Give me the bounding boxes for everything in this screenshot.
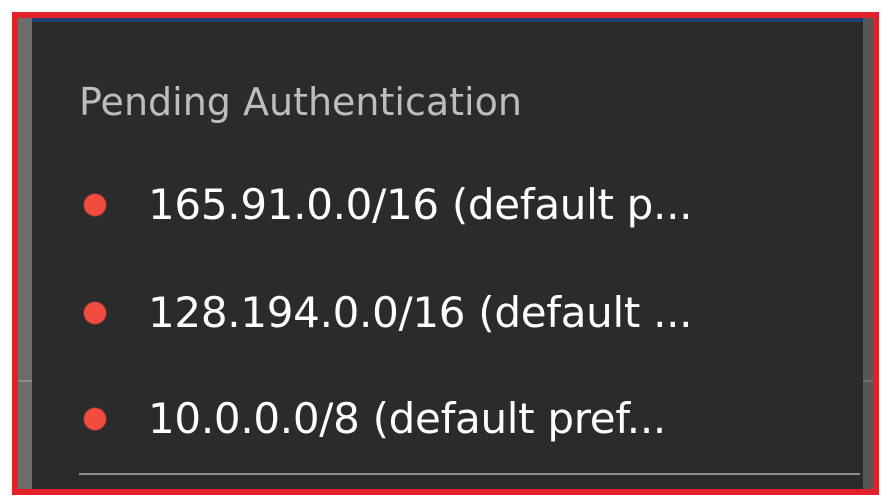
pending-network-label: 10.0.0.0/8 (default pref...: [148, 394, 666, 443]
red-status-dot-icon: [84, 194, 106, 216]
pending-network-item-128-194[interactable]: 128.194.0.0/16 (default ...: [84, 285, 844, 341]
pending-network-item-10-0[interactable]: 10.0.0.0/8 (default pref...: [84, 391, 844, 447]
pending-network-label: 165.91.0.0/16 (default p...: [148, 180, 693, 229]
pending-authentication-header: Pending Authentication: [79, 80, 522, 124]
background-right-edge: [863, 18, 873, 489]
red-status-dot-icon: [84, 302, 106, 324]
selected-menu-outline: Pending Authentication 165.91.0.0/16 (de…: [12, 12, 879, 495]
screenshot-frame: Pending Authentication 165.91.0.0/16 (de…: [0, 0, 882, 499]
background-left-separator: [18, 380, 32, 382]
background-left-edge: [18, 18, 32, 489]
pending-network-label: 128.194.0.0/16 (default ...: [148, 288, 693, 337]
menu-divider: [79, 473, 860, 475]
background-right-separator: [863, 380, 873, 382]
pending-network-item-165-91[interactable]: 165.91.0.0/16 (default p...: [84, 177, 844, 233]
red-status-dot-icon: [84, 408, 106, 430]
pending-authentication-menu: Pending Authentication 165.91.0.0/16 (de…: [32, 22, 861, 489]
